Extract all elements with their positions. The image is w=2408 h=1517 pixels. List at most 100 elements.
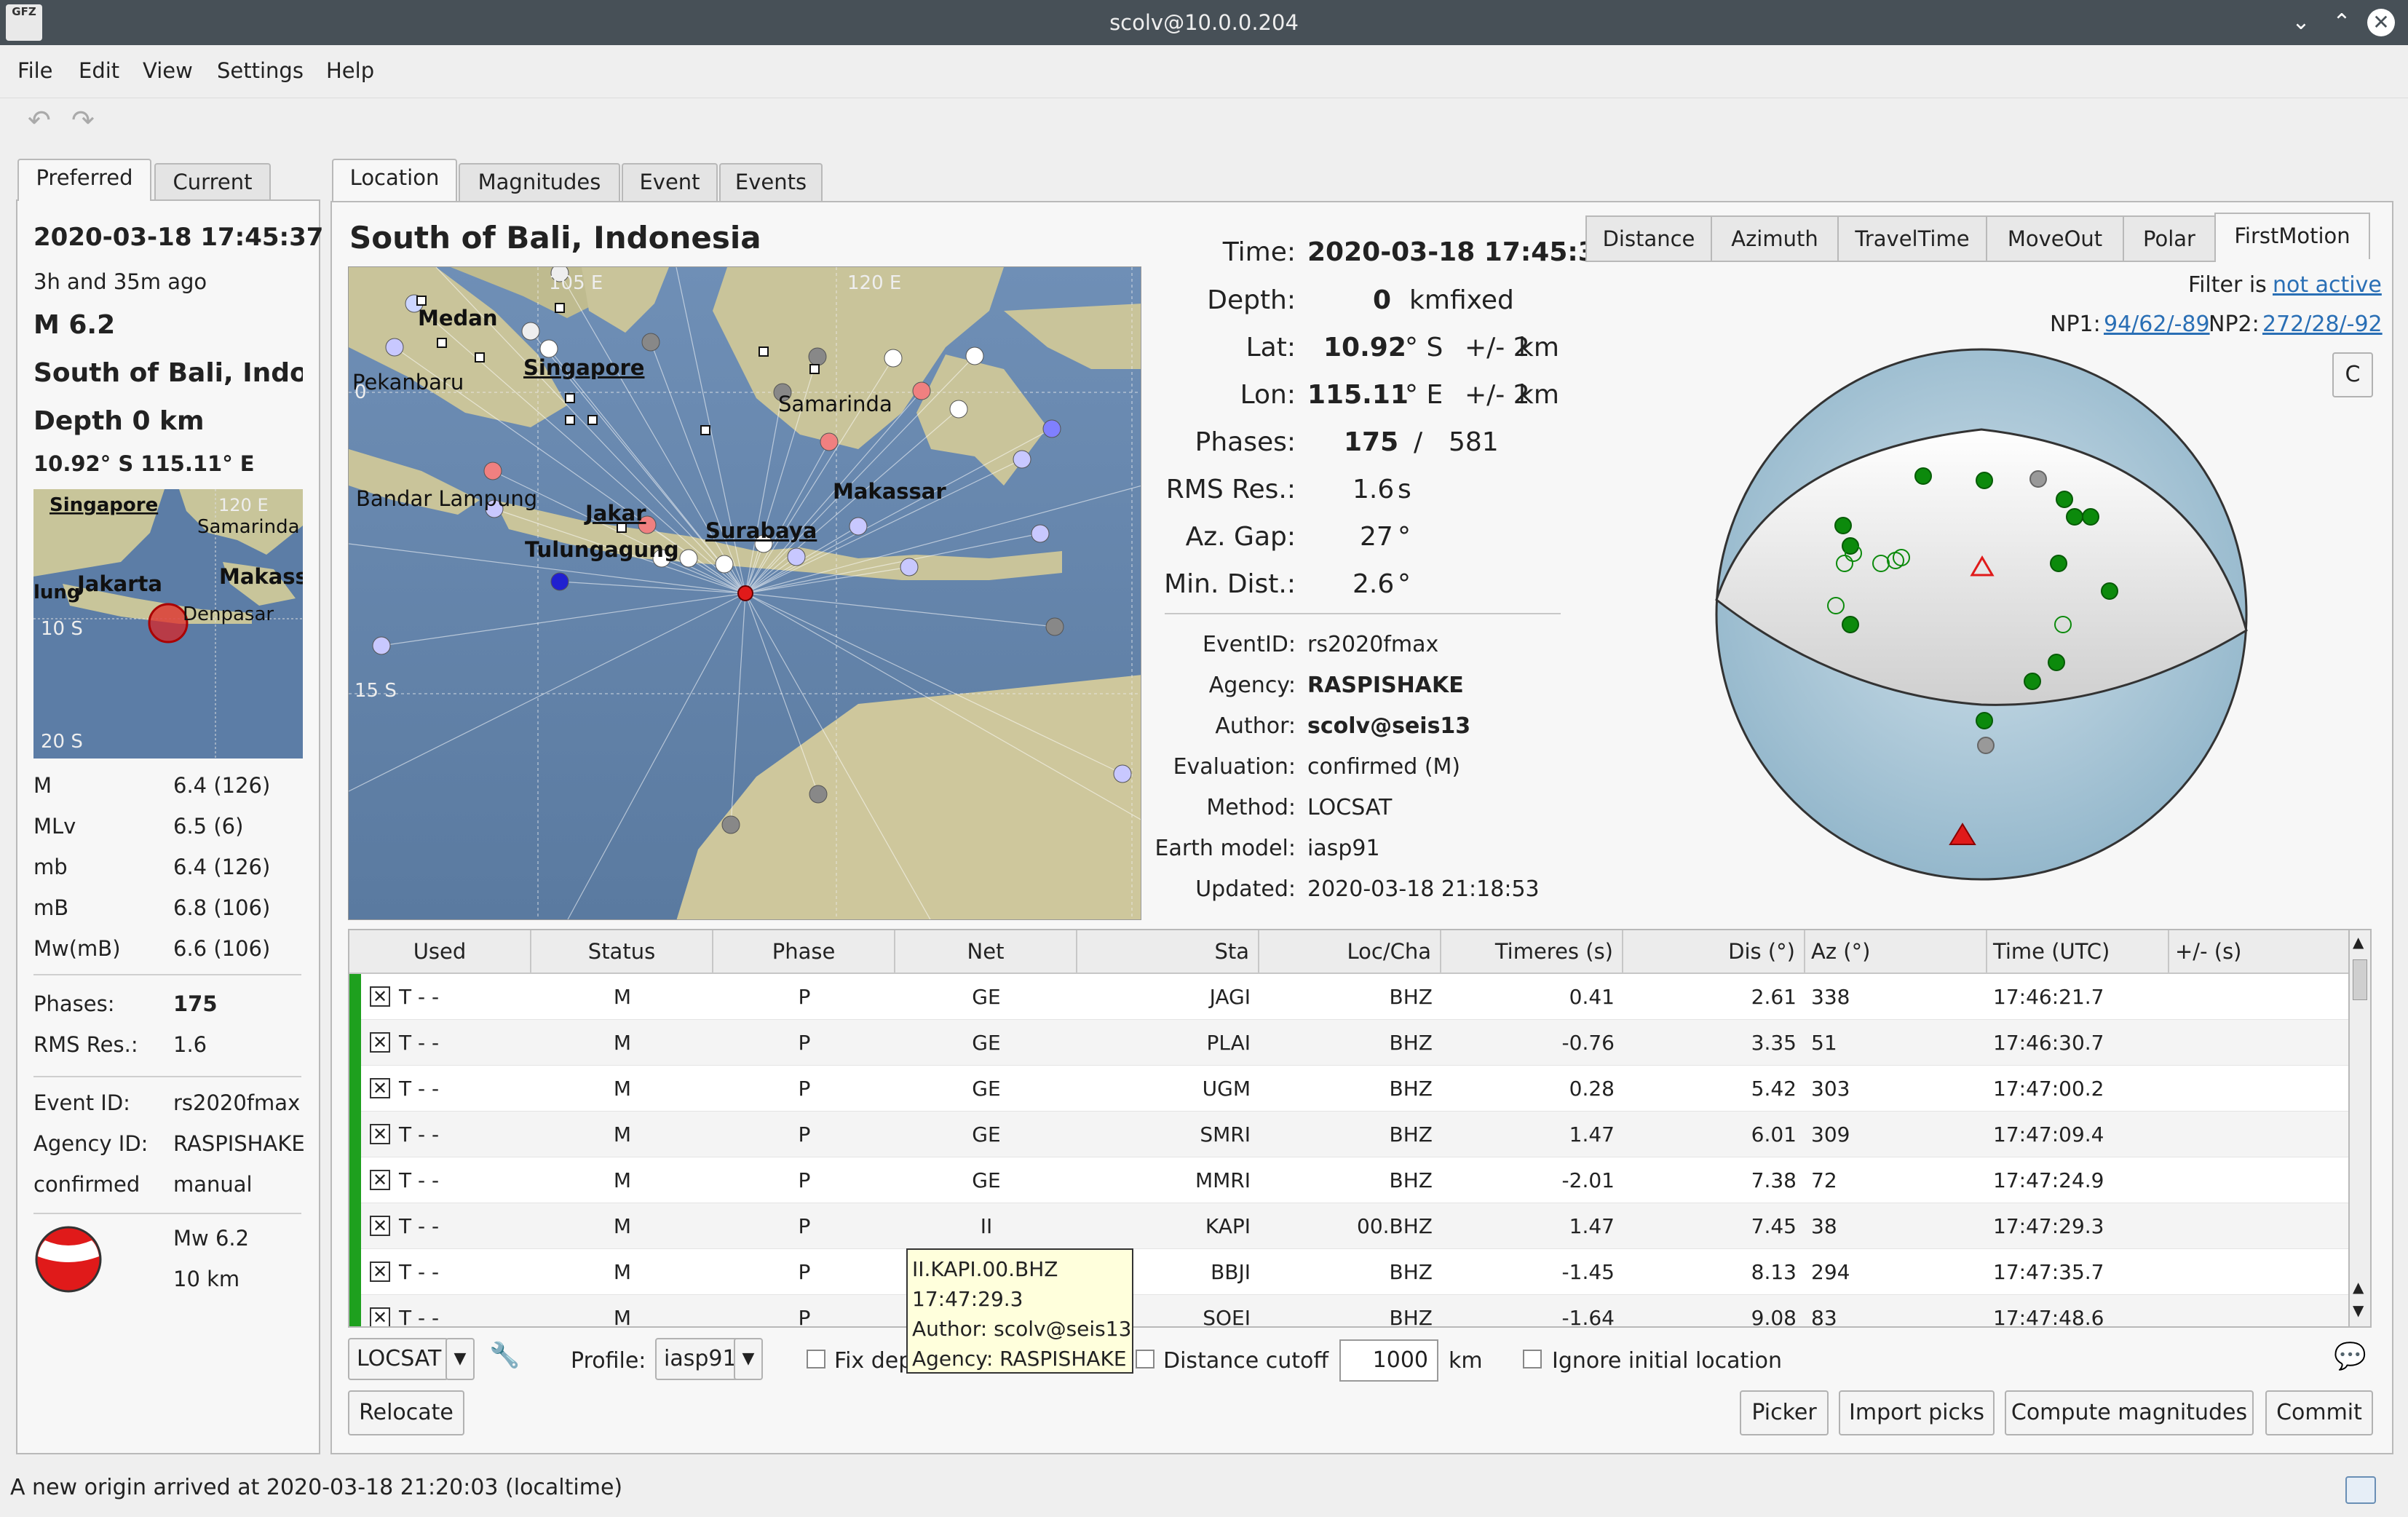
column-header[interactable]: Az (°): [1805, 930, 1987, 974]
polarity-marker[interactable]: [1976, 472, 1993, 489]
station-marker[interactable]: [849, 517, 868, 536]
column-header[interactable]: Status: [531, 930, 713, 974]
station-marker[interactable]: [372, 636, 391, 655]
menu-view[interactable]: View: [143, 58, 193, 83]
column-header[interactable]: Dis (°): [1623, 930, 1805, 974]
table-scrollbar[interactable]: ▲ ▲ ▼: [2348, 929, 2372, 1328]
station-marker[interactable]: [949, 400, 968, 419]
ignore-initial-checkbox[interactable]: [1523, 1350, 1542, 1369]
filter-link[interactable]: not active: [2273, 272, 2382, 298]
scrollbar-thumb[interactable]: [2353, 959, 2367, 1000]
column-header[interactable]: Timeres (s): [1441, 930, 1623, 974]
tab-moveout[interactable]: MoveOut: [1986, 215, 2124, 262]
polarity-marker[interactable]: [1977, 737, 1995, 754]
close-icon[interactable]: ✕: [2367, 9, 2395, 36]
column-header[interactable]: Time (UTC): [1987, 930, 2169, 974]
station-marker[interactable]: [641, 333, 660, 352]
table-row[interactable]: ✕ T - - M P II KAPI 00.BHZ 1.47 7.45 38 17:47:29.3: [349, 1203, 2350, 1249]
column-header[interactable]: Used: [349, 930, 531, 974]
station-marker[interactable]: [809, 785, 828, 804]
table-row[interactable]: ✕ T - - M P SOEI BHZ -1.64 9.08 83 17:47:48.6: [349, 1295, 2350, 1326]
tab-polar[interactable]: Polar: [2123, 215, 2216, 262]
station-marker[interactable]: [521, 322, 540, 341]
plot-options-button[interactable]: C: [2332, 352, 2373, 397]
used-checkbox[interactable]: ✕: [370, 986, 390, 1007]
scroll-up-icon[interactable]: ▲: [2353, 1278, 2364, 1296]
station-marker[interactable]: [483, 462, 502, 480]
polarity-marker[interactable]: [2056, 491, 2073, 508]
locator-dropdown-icon[interactable]: ▼: [445, 1338, 475, 1380]
location-map[interactable]: Medan Singapore Pekanbaru Samarinda Band…: [348, 266, 1141, 920]
scroll-up-icon[interactable]: ▲: [2353, 933, 2364, 951]
commit-button[interactable]: Commit: [2265, 1390, 2373, 1435]
undo-icon[interactable]: ↶: [28, 104, 51, 136]
comment-icon[interactable]: 💬: [2334, 1341, 2367, 1371]
distance-cutoff-checkbox[interactable]: [1136, 1350, 1155, 1369]
minimize-icon[interactable]: ⌄: [2287, 9, 2315, 36]
column-header[interactable]: Phase: [713, 930, 895, 974]
polarity-marker[interactable]: [2101, 582, 2118, 600]
menu-file[interactable]: File: [17, 58, 53, 83]
tab-current[interactable]: Current: [154, 163, 271, 201]
polarity-marker[interactable]: [1834, 517, 1852, 534]
tab-preferred[interactable]: Preferred: [17, 159, 151, 201]
station-marker[interactable]: [912, 381, 931, 400]
column-header[interactable]: +/- (s): [2169, 930, 2350, 974]
station-marker[interactable]: [820, 432, 839, 451]
tab-event[interactable]: Event: [622, 163, 718, 201]
picks-table[interactable]: Used Status Phase Net Sta Loc/Cha Timeres (s) D…: [348, 929, 2351, 1328]
used-checkbox[interactable]: ✕: [370, 1170, 390, 1190]
tab-magnitudes[interactable]: Magnitudes: [459, 163, 620, 201]
station-marker[interactable]: [884, 349, 903, 368]
locator-select[interactable]: LOCSAT: [348, 1338, 448, 1380]
station-marker[interactable]: [385, 338, 404, 357]
distance-cutoff-input[interactable]: 1000: [1339, 1339, 1438, 1382]
polarity-marker[interactable]: [1842, 616, 1859, 633]
station-marker[interactable]: [900, 558, 919, 577]
polarity-marker[interactable]: [2024, 673, 2041, 690]
profile-dropdown-icon[interactable]: ▼: [734, 1338, 763, 1380]
column-header[interactable]: Sta: [1077, 930, 1259, 974]
station-marker[interactable]: [1013, 450, 1031, 469]
polarity-marker[interactable]: [1914, 467, 1932, 485]
maximize-icon[interactable]: ⌃: [2328, 9, 2356, 36]
used-checkbox[interactable]: ✕: [370, 1261, 390, 1282]
tab-events[interactable]: Events: [719, 163, 823, 201]
used-checkbox[interactable]: ✕: [370, 1032, 390, 1053]
station-marker[interactable]: [715, 555, 734, 574]
polarity-marker[interactable]: [2050, 555, 2067, 572]
scroll-down-icon[interactable]: ▼: [2353, 1302, 2364, 1319]
table-row[interactable]: ✕ T - - M P BBJI BHZ -1.45 8.13 294 17:47:35.7: [349, 1249, 2350, 1295]
polarity-marker[interactable]: [2029, 470, 2047, 488]
table-row[interactable]: ✕ T - - M P GE MMRI BHZ -2.01 7.38 72 17:47:24.9: [349, 1157, 2350, 1203]
used-checkbox[interactable]: ✕: [370, 1216, 390, 1236]
fix-depth-checkbox[interactable]: [807, 1350, 825, 1369]
table-row[interactable]: ✕ T - - M P GE UGM BHZ 0.28 5.42 303 17:47:00.2: [349, 1066, 2350, 1112]
table-row[interactable]: ✕ T - - M P GE PLAI BHZ -0.76 3.35 51 17:46:30.7: [349, 1020, 2350, 1066]
station-marker[interactable]: [965, 346, 984, 365]
wrench-icon[interactable]: 🔧: [489, 1341, 520, 1370]
first-motion-plot[interactable]: [1708, 345, 2251, 884]
np1-link[interactable]: 94/62/-89: [2104, 312, 2210, 337]
polarity-marker[interactable]: [2048, 654, 2065, 671]
used-checkbox[interactable]: ✕: [370, 1078, 390, 1098]
table-row[interactable]: ✕ T - - M P GE SMRI BHZ 1.47 6.01 309 17:47:09.4: [349, 1112, 2350, 1157]
profile-select[interactable]: iasp91: [655, 1338, 742, 1380]
np2-link[interactable]: 272/28/-92: [2262, 312, 2383, 337]
compute-magnitudes-button[interactable]: Compute magnitudes: [2005, 1390, 2254, 1435]
tab-distance[interactable]: Distance: [1585, 215, 1712, 262]
station-marker[interactable]: [1042, 419, 1061, 438]
import-picks-button[interactable]: Import picks: [1839, 1390, 1995, 1435]
relocate-button[interactable]: Relocate: [348, 1390, 464, 1435]
station-marker[interactable]: [721, 815, 740, 834]
menu-edit[interactable]: Edit: [79, 58, 119, 83]
picker-button[interactable]: Picker: [1740, 1390, 1829, 1435]
station-marker[interactable]: [808, 347, 827, 366]
column-header[interactable]: Net: [895, 930, 1077, 974]
tab-firstmotion[interactable]: FirstMotion: [2214, 213, 2370, 259]
table-row[interactable]: ✕ T - - M P GE JAGI BHZ 0.41 2.61 338 17:46:21.7: [349, 974, 2350, 1020]
menu-help[interactable]: Help: [326, 58, 374, 83]
used-checkbox[interactable]: ✕: [370, 1124, 390, 1144]
tab-azimuth[interactable]: Azimuth: [1711, 215, 1839, 262]
menu-settings[interactable]: Settings: [217, 58, 304, 83]
